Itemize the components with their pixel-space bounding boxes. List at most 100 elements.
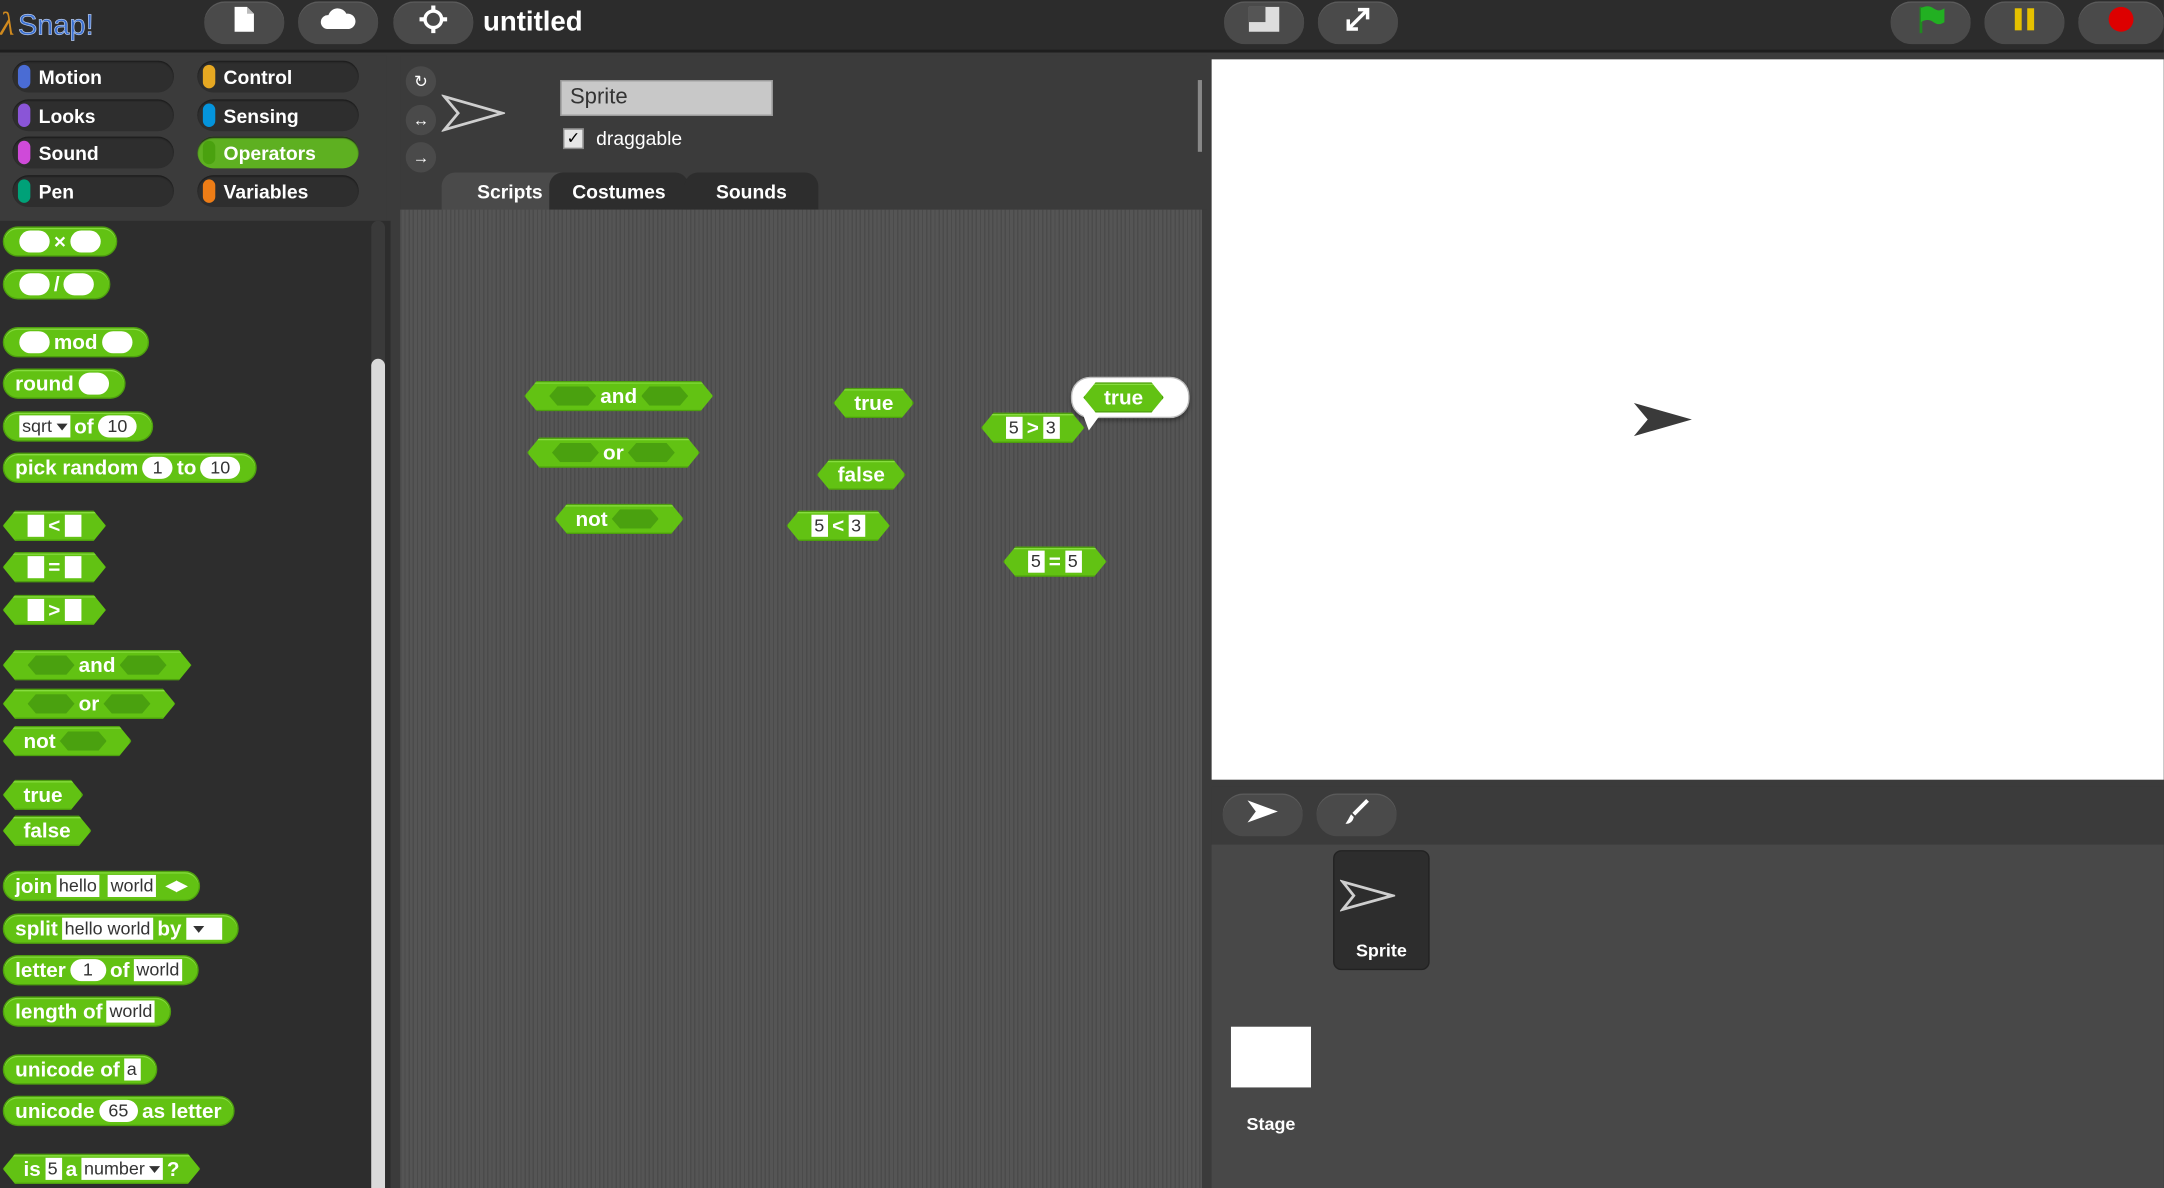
input-slot[interactable]	[28, 556, 45, 578]
boolean-slot[interactable]	[60, 731, 107, 750]
number-slot[interactable]: 65	[98, 1099, 138, 1122]
category-sound[interactable]: Sound	[12, 136, 174, 169]
input-slot[interactable]: 5	[1028, 551, 1045, 573]
block-round[interactable]: round	[2, 368, 125, 399]
boolean-slot[interactable]	[28, 656, 75, 675]
input-slot[interactable]: 3	[848, 515, 865, 537]
boolean-slot[interactable]	[628, 443, 675, 462]
input-slot[interactable]	[28, 599, 45, 621]
draggable-checkbox[interactable]: ✓	[563, 127, 584, 149]
block-pick-random[interactable]: pick random 1 to 10	[2, 452, 257, 483]
category-control[interactable]: Control	[197, 60, 359, 93]
block-letter-of[interactable]: letter 1 of world	[2, 954, 199, 986]
category-motion[interactable]: Motion	[12, 60, 174, 93]
settings-button[interactable]	[393, 1, 474, 45]
corral-stage-thumbnail[interactable]	[1230, 1026, 1311, 1088]
block-is-a[interactable]: is 5 a number?	[3, 1154, 200, 1184]
script-block-equals[interactable]: 5 = 5	[1003, 546, 1106, 576]
green-flag-button[interactable]	[1890, 1, 1971, 45]
input-slot[interactable]: 5	[1065, 551, 1082, 573]
block-and[interactable]: and	[3, 650, 192, 680]
number-slot[interactable]: 10	[200, 456, 240, 479]
snap-logo[interactable]: λ Snap!	[0, 0, 110, 50]
rotate-can-rotate-button[interactable]: ↻	[405, 66, 437, 97]
variadic-arrows-icon[interactable]: ◀▶	[166, 878, 187, 893]
category-operators[interactable]: Operators	[197, 136, 359, 169]
input-slot[interactable]	[65, 556, 82, 578]
draggable-toggle[interactable]: ✓ draggable	[563, 127, 682, 149]
block-mod[interactable]: mod	[2, 327, 149, 358]
sprite-name-field[interactable]: Sprite	[560, 80, 773, 116]
script-block-false[interactable]: false	[817, 460, 906, 490]
block-less-than[interactable]: <	[3, 511, 106, 541]
input-slot[interactable]	[70, 230, 101, 253]
boolean-slot[interactable]	[120, 656, 167, 675]
script-block-greater-than[interactable]: 5 >3	[981, 413, 1084, 443]
text-slot[interactable]: hello	[56, 874, 100, 897]
script-block-not[interactable]: not	[555, 504, 684, 534]
input-slot[interactable]	[77, 372, 109, 395]
input-slot[interactable]	[19, 230, 50, 253]
script-block-true[interactable]: true	[834, 388, 915, 418]
corral-sprite[interactable]: Sprite	[1333, 850, 1430, 971]
boolean-slot[interactable]	[549, 386, 596, 405]
script-block-less-than[interactable]: 5 <3	[787, 511, 890, 541]
scripts-area[interactable]: and or not true false 5 <3 5 >3 5 = 5	[400, 209, 1202, 1188]
tab-sounds[interactable]: Sounds	[684, 172, 819, 210]
text-slot[interactable]: world	[107, 874, 157, 897]
input-slot[interactable]	[19, 331, 50, 354]
boolean-slot[interactable]	[28, 694, 75, 713]
block-times[interactable]: ×	[2, 226, 117, 257]
stage[interactable]	[1211, 59, 2164, 780]
block-divide[interactable]: /	[2, 269, 111, 300]
fullscreen-button[interactable]	[1317, 1, 1398, 45]
category-pen[interactable]: Pen	[12, 175, 174, 207]
separator-dropdown[interactable]	[185, 917, 222, 940]
boolean-slot[interactable]	[641, 386, 688, 405]
function-dropdown[interactable]: sqrt	[19, 415, 70, 438]
block-unicode-of[interactable]: unicode of a	[2, 1054, 158, 1085]
stop-button[interactable]	[2078, 1, 2164, 45]
sprite-on-stage[interactable]	[1631, 400, 1694, 446]
category-variables[interactable]: Variables	[197, 175, 359, 207]
text-slot[interactable]: a	[123, 1058, 141, 1081]
block-greater-than[interactable]: >	[3, 595, 106, 625]
input-slot[interactable]: 5	[1006, 417, 1023, 439]
block-equals[interactable]: =	[3, 552, 106, 582]
input-slot[interactable]	[65, 599, 82, 621]
number-slot[interactable]: 1	[142, 456, 173, 479]
text-slot[interactable]: hello world	[61, 917, 154, 940]
block-join[interactable]: join hello world ◀▶	[2, 870, 200, 902]
script-block-or[interactable]: or	[527, 437, 700, 467]
block-not[interactable]: not	[3, 726, 132, 756]
script-block-and[interactable]: and	[524, 381, 713, 411]
block-unicode-as-letter[interactable]: unicode 65 as letter	[2, 1095, 234, 1127]
add-turtle-sprite-button[interactable]	[1222, 793, 1303, 837]
paint-new-sprite-button[interactable]	[1316, 793, 1397, 837]
pause-button[interactable]	[1984, 1, 2065, 45]
text-slot[interactable]: world	[133, 959, 183, 982]
stage-size-button[interactable]	[1224, 1, 1305, 45]
input-slot[interactable]	[19, 273, 50, 296]
category-looks[interactable]: Looks	[12, 99, 174, 132]
category-sensing[interactable]: Sensing	[197, 99, 359, 132]
text-slot[interactable]: world	[106, 1000, 156, 1023]
input-slot[interactable]	[28, 515, 45, 537]
block-length-of[interactable]: length of world	[2, 996, 172, 1027]
block-true[interactable]: true	[3, 780, 84, 810]
input-slot[interactable]: 5	[811, 515, 828, 537]
boolean-slot[interactable]	[104, 694, 151, 713]
tab-costumes[interactable]: Costumes	[549, 172, 689, 210]
input-slot[interactable]	[101, 331, 133, 354]
block-or[interactable]: or	[3, 689, 176, 719]
boolean-slot[interactable]	[612, 509, 659, 528]
cloud-button[interactable]	[298, 1, 379, 45]
block-false[interactable]: false	[3, 816, 92, 846]
number-slot[interactable]: 1	[69, 959, 106, 982]
type-dropdown[interactable]: number	[81, 1158, 163, 1180]
input-slot[interactable]	[63, 273, 95, 296]
boolean-slot[interactable]	[552, 443, 599, 462]
rotate-left-right-button[interactable]: ↔	[405, 104, 437, 136]
file-button[interactable]	[204, 1, 285, 45]
block-sqrt-of[interactable]: sqrt of 10	[2, 411, 154, 442]
